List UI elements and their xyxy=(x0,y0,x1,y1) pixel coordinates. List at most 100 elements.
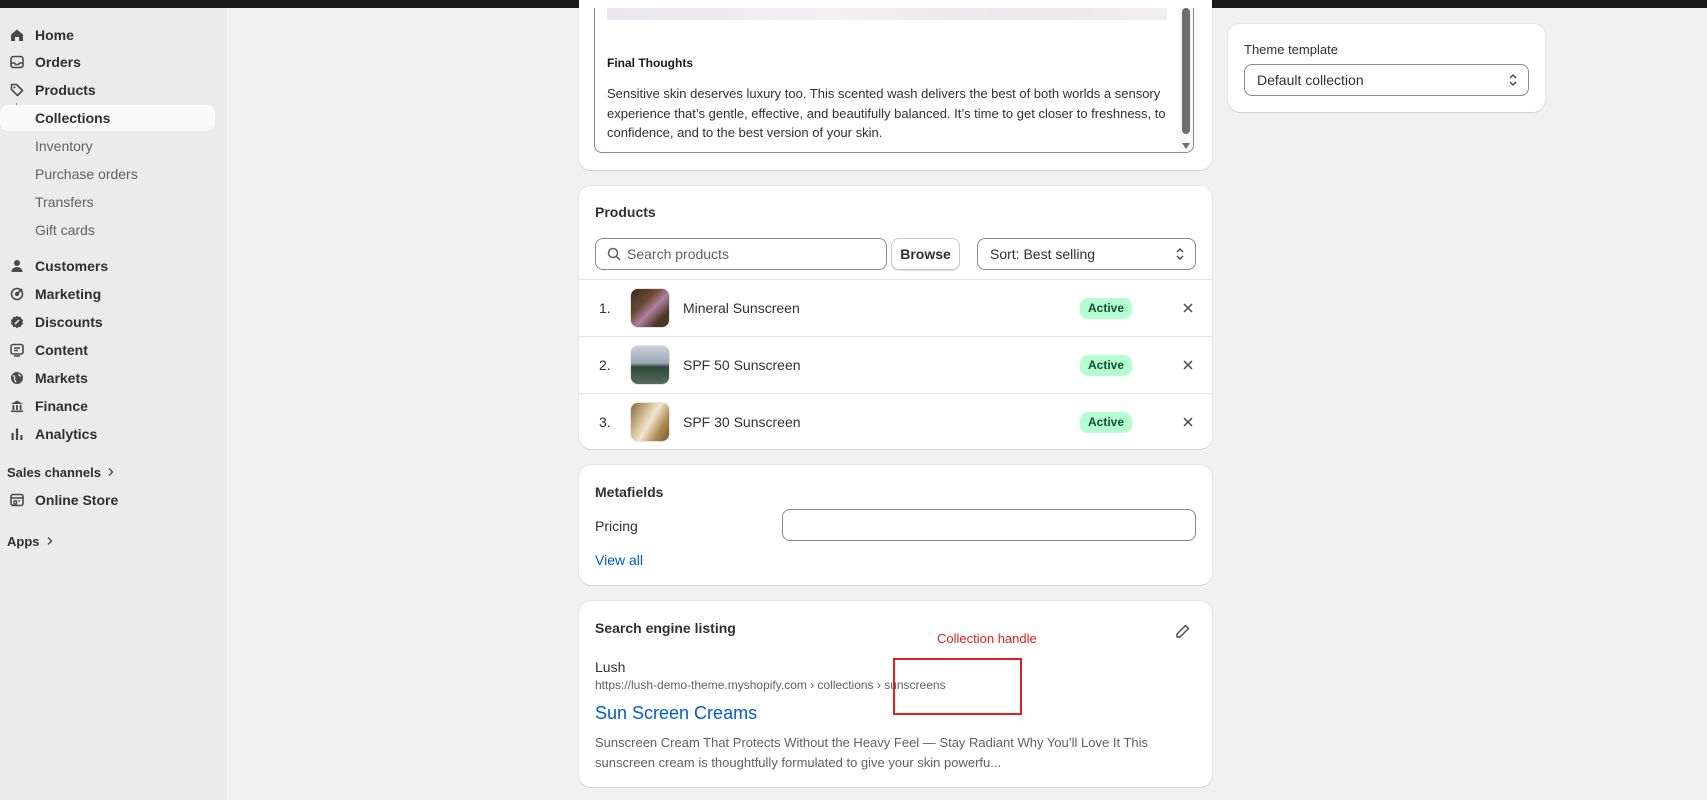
sales-channels-label: Sales channels xyxy=(7,465,101,480)
home-icon xyxy=(9,27,25,43)
remove-product-button[interactable] xyxy=(1180,357,1196,373)
chevron-right-icon xyxy=(46,534,54,549)
product-thumbnail xyxy=(630,402,670,442)
annotation-box xyxy=(893,658,1022,715)
chevron-right-icon xyxy=(107,465,115,480)
content-icon xyxy=(9,342,25,358)
sidebar-item-label: Gift cards xyxy=(35,222,95,238)
edit-seo-button[interactable] xyxy=(1175,623,1191,642)
sidebar-item-collections[interactable]: Collections xyxy=(0,105,215,131)
product-row[interactable]: 1. Mineral Sunscreen Active xyxy=(579,279,1212,336)
metafields-card: Metafields Pricing View all xyxy=(579,465,1212,585)
sidebar-item-orders[interactable]: Orders xyxy=(0,49,215,75)
sidebar-item-customers[interactable]: Customers xyxy=(0,253,215,279)
sidebar-item-finance[interactable]: Finance xyxy=(0,393,215,419)
sidebar-item-analytics[interactable]: Analytics xyxy=(0,421,215,447)
products-card: Products Search products Browse Sort: Be… xyxy=(579,186,1212,449)
sidebar-item-label: Analytics xyxy=(35,426,98,442)
sidebar: Home Orders Products Collections Invento… xyxy=(0,8,227,800)
sidebar-item-label: Transfers xyxy=(35,194,94,210)
close-icon xyxy=(1183,303,1193,313)
select-chevron-icon xyxy=(1508,73,1518,90)
editor-scrollbar[interactable] xyxy=(1179,8,1193,152)
sidebar-item-label: Collections xyxy=(35,110,111,126)
tag-icon xyxy=(9,82,25,98)
close-icon xyxy=(1183,417,1193,427)
pricing-field[interactable] xyxy=(782,509,1196,541)
close-icon xyxy=(1183,360,1193,370)
description-card: Final Thoughts Sensitive skin deserves l… xyxy=(579,0,1212,170)
remove-product-button[interactable] xyxy=(1180,414,1196,430)
sidebar-item-label: Finance xyxy=(35,398,88,414)
sidebar-item-online-store[interactable]: Online Store xyxy=(0,487,215,513)
sidebar-item-discounts[interactable]: Discounts xyxy=(0,309,215,335)
scrollbar-thumb[interactable] xyxy=(1182,8,1190,134)
sidebar-item-label: Customers xyxy=(35,258,109,274)
sidebar-item-products[interactable]: Products xyxy=(0,77,215,103)
product-row[interactable]: 3. SPF 30 Sunscreen Active xyxy=(579,393,1212,450)
product-name[interactable]: Mineral Sunscreen xyxy=(683,300,800,316)
sidebar-item-content[interactable]: Content xyxy=(0,337,215,363)
search-placeholder: Search products xyxy=(627,246,729,262)
sidebar-item-markets[interactable]: Markets xyxy=(0,365,215,391)
search-products-input[interactable]: Search products xyxy=(595,238,887,270)
select-chevron-icon xyxy=(1175,247,1185,264)
scroll-down-arrow[interactable] xyxy=(1182,143,1190,149)
theme-template-value: Default collection xyxy=(1257,72,1364,88)
sidebar-item-marketing[interactable]: Marketing xyxy=(0,281,215,307)
inbox-icon xyxy=(9,54,25,70)
store-icon xyxy=(9,492,25,508)
pencil-icon xyxy=(1176,624,1190,638)
product-thumbnail xyxy=(630,288,670,328)
pricing-label: Pricing xyxy=(595,518,638,534)
sidebar-item-transfers[interactable]: Transfers xyxy=(0,189,215,215)
product-row[interactable]: 2. SPF 50 Sunscreen Active xyxy=(579,336,1212,393)
globe-icon xyxy=(9,370,25,386)
sidebar-item-label: Content xyxy=(35,342,88,358)
product-thumbnail xyxy=(630,345,670,385)
product-name[interactable]: SPF 30 Sunscreen xyxy=(683,414,801,430)
sidebar-item-label: Products xyxy=(35,82,96,98)
browse-button[interactable]: Browse xyxy=(891,238,960,270)
remove-product-button[interactable] xyxy=(1180,300,1196,316)
seo-page-title: Sun Screen Creams xyxy=(595,703,758,723)
status-badge: Active xyxy=(1080,354,1133,376)
sort-value: Sort: Best selling xyxy=(990,246,1096,262)
product-index: 3. xyxy=(599,414,611,430)
apps-heading[interactable]: Apps xyxy=(7,534,54,549)
theme-template-label: Theme template xyxy=(1244,42,1338,57)
sidebar-item-label: Home xyxy=(35,27,74,43)
status-badge: Active xyxy=(1080,411,1133,433)
sidebar-item-purchase-orders[interactable]: Purchase orders xyxy=(0,161,215,187)
apps-label: Apps xyxy=(7,534,40,549)
person-icon xyxy=(9,258,25,274)
sidebar-item-label: Markets xyxy=(35,370,88,386)
bank-icon xyxy=(9,398,25,414)
sidebar-item-gift-cards[interactable]: Gift cards xyxy=(0,217,215,243)
description-editor[interactable]: Final Thoughts Sensitive skin deserves l… xyxy=(594,8,1194,153)
content-image xyxy=(607,8,1167,20)
sidebar-item-home[interactable]: Home xyxy=(0,22,215,48)
sidebar-item-label: Online Store xyxy=(35,492,119,508)
sidebar-item-label: Discounts xyxy=(35,314,103,330)
search-icon xyxy=(607,247,621,264)
sort-select[interactable]: Sort: Best selling xyxy=(977,238,1196,270)
seo-store-name: Lush xyxy=(595,659,626,675)
product-index: 1. xyxy=(599,300,611,316)
annotation-label: Collection handle xyxy=(937,631,1037,646)
sidebar-item-label: Marketing xyxy=(35,286,102,302)
theme-template-select[interactable]: Default collection xyxy=(1244,64,1529,96)
view-all-link[interactable]: View all xyxy=(595,552,643,568)
sales-channels-heading[interactable]: Sales channels xyxy=(7,465,115,480)
sidebar-item-label: Purchase orders xyxy=(35,166,138,182)
bar-chart-icon xyxy=(9,426,25,442)
seo-description: Sunscreen Cream That Protects Without th… xyxy=(595,735,1149,770)
sidebar-item-label: Inventory xyxy=(35,138,93,154)
metafields-title: Metafields xyxy=(595,484,664,500)
sidebar-item-inventory[interactable]: Inventory xyxy=(0,133,215,159)
product-name[interactable]: SPF 50 Sunscreen xyxy=(683,357,801,373)
target-icon xyxy=(9,286,25,302)
editor-paragraph: Sensitive skin deserves luxury too. This… xyxy=(607,86,1166,140)
status-badge: Active xyxy=(1080,297,1133,319)
seo-title: Search engine listing xyxy=(595,620,736,636)
